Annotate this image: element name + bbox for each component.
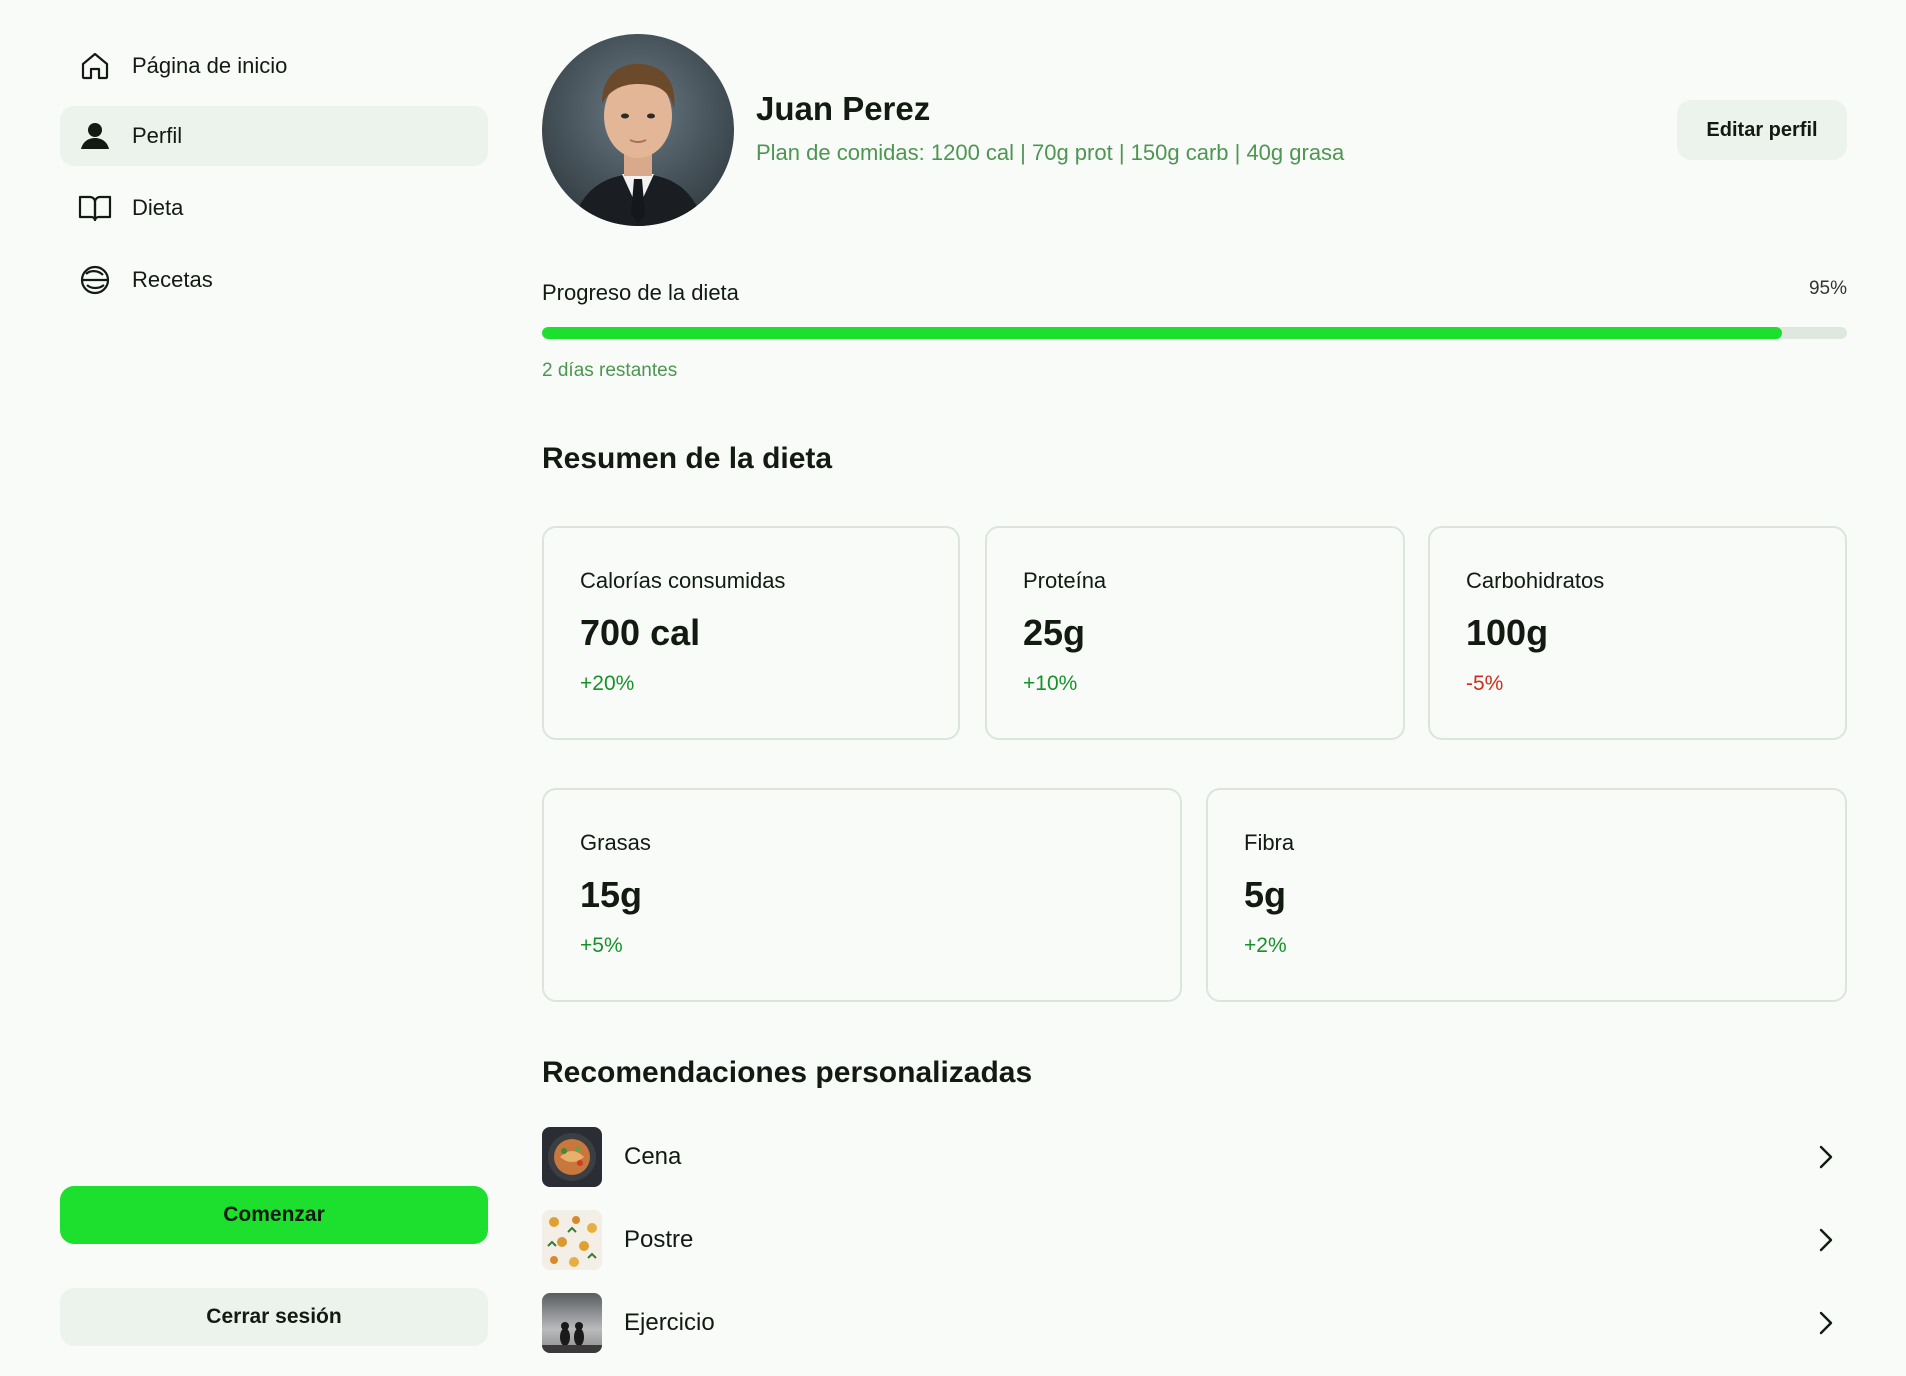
summary-card-carbs: Carbohidratos 100g -5%: [1428, 526, 1847, 740]
dessert-thumbnail: [542, 1210, 602, 1270]
card-label: Calorías consumidas: [580, 568, 786, 593]
summary-title: Resumen de la dieta: [542, 442, 833, 475]
progress-bar: [542, 327, 1847, 339]
recommendation-item-exercise[interactable]: Ejercicio: [542, 1290, 1847, 1356]
recommendation-item-dinner[interactable]: Cena: [542, 1124, 1847, 1190]
book-icon: [78, 191, 112, 225]
days-remaining: 2 días restantes: [542, 360, 678, 381]
card-label: Proteína: [1023, 568, 1107, 593]
card-label: Grasas: [580, 830, 651, 855]
card-delta: +10%: [1023, 672, 1078, 695]
sidebar-item-label: Dieta: [132, 195, 184, 220]
sidebar-item-label: Recetas: [132, 267, 213, 292]
card-delta: +2%: [1244, 934, 1287, 957]
card-label: Carbohidratos: [1466, 568, 1605, 593]
card-value: 25g: [1023, 612, 1086, 653]
recommendation-item-dessert[interactable]: Postre: [542, 1207, 1847, 1273]
sidebar-item-label: Perfil: [132, 123, 183, 148]
recommendations-title: Recomendaciones personalizadas: [542, 1056, 1033, 1089]
recommendation-label: Cena: [624, 1143, 682, 1170]
exercise-thumbnail: [542, 1293, 602, 1353]
profile-name: Juan Perez: [756, 90, 931, 127]
user-icon: [78, 119, 112, 153]
bowl-icon: [78, 263, 112, 297]
start-button[interactable]: Comenzar: [60, 1186, 488, 1244]
card-value: 15g: [580, 874, 643, 915]
card-delta: -5%: [1466, 672, 1504, 695]
card-delta: +5%: [580, 934, 623, 957]
card-value: 100g: [1466, 612, 1549, 653]
recommendation-label: Postre: [624, 1226, 694, 1253]
chevron-right-icon: [1811, 1225, 1841, 1255]
main-content: Juan Perez Plan de comidas: 1200 cal | 7…: [542, 0, 1847, 1376]
sidebar-item-recipes[interactable]: Recetas: [60, 250, 488, 310]
sidebar-item-label: Página de inicio: [132, 53, 288, 78]
logout-button[interactable]: Cerrar sesión: [60, 1288, 488, 1346]
progress-percent: 95%: [1808, 278, 1847, 299]
avatar: [542, 34, 734, 226]
summary-card-calories: Calorías consumidas 700 cal +20%: [542, 526, 960, 740]
card-value: 700 cal: [580, 612, 701, 653]
dinner-thumbnail: [542, 1127, 602, 1187]
sidebar: Página de inicio Perfil Dieta Recetas Co…: [0, 0, 500, 1376]
chevron-right-icon: [1811, 1308, 1841, 1338]
summary-card-protein: Proteína 25g +10%: [985, 526, 1405, 740]
summary-card-fats: Grasas 15g +5%: [542, 788, 1182, 1002]
sidebar-item-home[interactable]: Página de inicio: [60, 36, 488, 96]
card-label: Fibra: [1244, 830, 1295, 855]
chevron-right-icon: [1811, 1142, 1841, 1172]
edit-profile-button[interactable]: Editar perfil: [1677, 100, 1847, 160]
home-icon: [78, 49, 112, 83]
meal-plan-summary: Plan de comidas: 1200 cal | 70g prot | 1…: [756, 140, 1345, 165]
sidebar-item-profile[interactable]: Perfil: [60, 106, 488, 166]
progress-bar-fill: [542, 327, 1782, 339]
recommendation-label: Ejercicio: [624, 1309, 715, 1336]
progress-label: Progreso de la dieta: [542, 280, 739, 305]
summary-card-fiber: Fibra 5g +2%: [1206, 788, 1847, 1002]
card-value: 5g: [1244, 874, 1287, 915]
card-delta: +20%: [580, 672, 635, 695]
app: Página de inicio Perfil Dieta Recetas Co…: [0, 0, 1906, 1376]
sidebar-item-diet[interactable]: Dieta: [60, 178, 488, 238]
